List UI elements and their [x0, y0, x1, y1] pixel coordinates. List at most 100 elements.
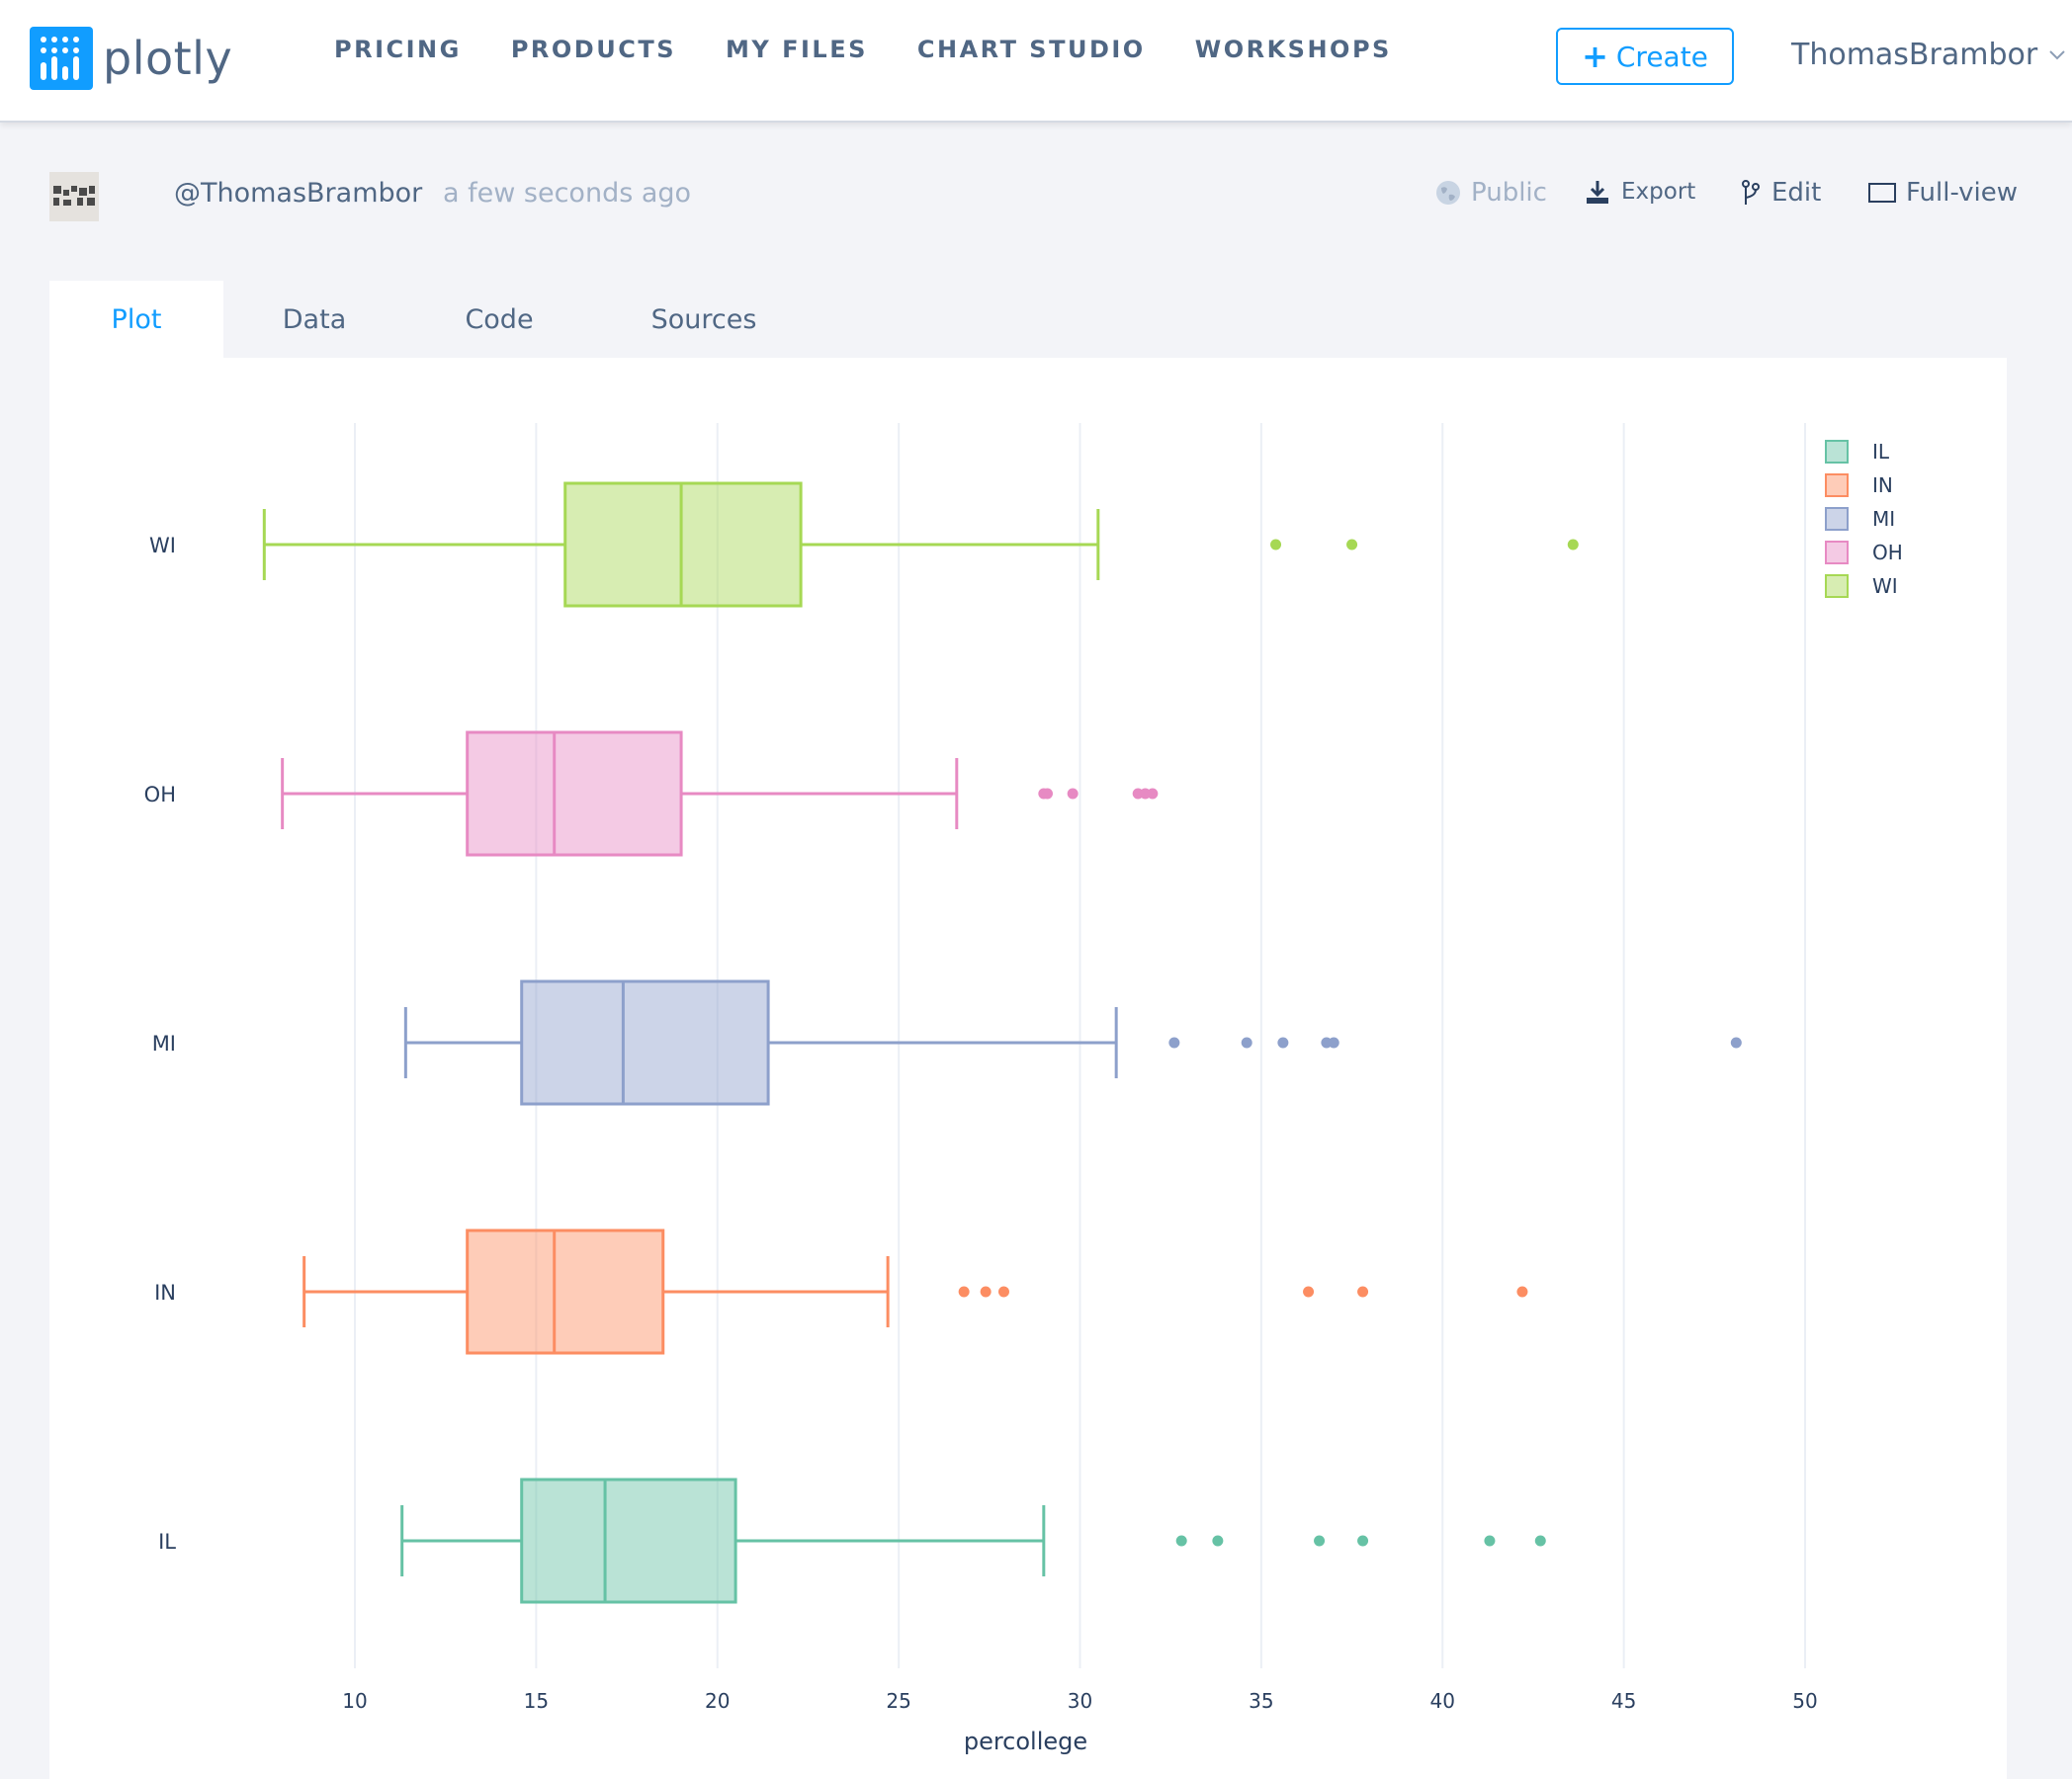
tab-sources[interactable]: Sources — [593, 281, 815, 358]
iqr-box — [520, 979, 770, 1106]
fullview-button[interactable]: Full-view — [1868, 178, 2018, 208]
x-tick-label: 20 — [705, 1689, 730, 1713]
legend-label: WI — [1872, 574, 1898, 598]
download-icon — [1587, 181, 1608, 204]
box-wi[interactable] — [262, 481, 1579, 608]
outlier-point — [1168, 1037, 1180, 1049]
chart-legend: IL IN MI OH WI — [1825, 435, 1903, 603]
iqr-box — [520, 1478, 737, 1604]
y-tick-label: OH — [144, 783, 176, 806]
view-tabs: Plot Data Code Sources — [49, 281, 815, 358]
legend-item-in[interactable]: IN — [1825, 468, 1903, 502]
outlier-point — [1534, 1535, 1546, 1547]
nav-chart-studio[interactable]: CHART STUDIO — [917, 36, 1146, 63]
box-in[interactable] — [302, 1228, 1528, 1355]
user-menu[interactable]: ThomasBrambor — [1791, 38, 2065, 72]
legend-swatch — [1825, 541, 1849, 564]
box-oh[interactable] — [281, 730, 1159, 857]
avatar[interactable] — [49, 172, 99, 221]
public-status[interactable]: Public — [1435, 178, 1547, 208]
x-tick-label: 25 — [886, 1689, 910, 1713]
tab-plot[interactable]: Plot — [49, 281, 223, 358]
create-button[interactable]: + Create — [1556, 28, 1734, 85]
iqr-box — [466, 1228, 665, 1355]
box-il[interactable] — [400, 1478, 1546, 1604]
outlier-point — [1357, 1286, 1369, 1298]
y-tick-label: IN — [154, 1281, 176, 1305]
legend-swatch — [1825, 507, 1849, 531]
nav-pricing[interactable]: PRICING — [334, 36, 462, 63]
legend-item-il[interactable]: IL — [1825, 435, 1903, 468]
tab-code[interactable]: Code — [405, 281, 593, 358]
x-axis-title: percollege — [964, 1728, 1087, 1755]
nav-products[interactable]: PRODUCTS — [511, 36, 676, 63]
outlier-point — [997, 1286, 1009, 1298]
last-updated: a few seconds ago — [443, 178, 692, 209]
top-navbar: plotly PRICING PRODUCTS MY FILES CHART S… — [0, 0, 2072, 123]
fullview-label: Full-view — [1906, 178, 2019, 208]
plot-owner[interactable]: @ThomasBrambor — [174, 178, 422, 209]
x-tick-label: 50 — [1792, 1689, 1817, 1713]
legend-item-mi[interactable]: MI — [1825, 502, 1903, 536]
edit-label: Edit — [1771, 178, 1822, 208]
outlier-point — [1314, 1535, 1326, 1547]
x-tick-label: 30 — [1068, 1689, 1092, 1713]
box-mi[interactable] — [403, 979, 1742, 1106]
outlier-point — [1241, 1037, 1252, 1049]
legend-swatch — [1825, 574, 1849, 598]
brand-name: plotly — [103, 32, 233, 85]
plot-panel: 10 15 20 25 30 35 40 45 50 percollege IL IN MI OH WI — [49, 358, 2007, 1779]
x-tick-label: 15 — [524, 1689, 549, 1713]
outlier-point — [1147, 788, 1159, 800]
outlier-point — [1277, 1037, 1289, 1049]
outlier-point — [958, 1286, 970, 1298]
create-button-label: Create — [1615, 40, 1708, 73]
export-label: Export — [1621, 179, 1696, 205]
fork-icon — [1742, 180, 1760, 205]
legend-label: OH — [1872, 541, 1903, 564]
user-name: ThomasBrambor — [1791, 38, 2038, 72]
chevron-down-icon — [2049, 44, 2065, 65]
x-tick-label: 35 — [1249, 1689, 1273, 1713]
legend-label: IL — [1872, 440, 1890, 464]
iqr-box — [466, 730, 683, 857]
main-nav: PRICING PRODUCTS MY FILES CHART STUDIO W… — [334, 36, 1441, 63]
x-tick-label: 40 — [1430, 1689, 1455, 1713]
outlier-point — [1303, 1286, 1315, 1298]
y-tick-label: IL — [158, 1530, 176, 1554]
x-tick-label: 10 — [342, 1689, 367, 1713]
legend-label: IN — [1872, 473, 1893, 497]
plus-icon: + — [1582, 38, 1608, 75]
legend-swatch — [1825, 473, 1849, 497]
outlier-point — [1516, 1286, 1528, 1298]
iqr-box — [563, 481, 803, 608]
legend-item-wi[interactable]: WI — [1825, 569, 1903, 603]
outlier-point — [1484, 1535, 1496, 1547]
edit-button[interactable]: Edit — [1740, 178, 1821, 208]
nav-my-files[interactable]: MY FILES — [726, 36, 868, 63]
fullscreen-icon — [1868, 183, 1896, 203]
outlier-point — [980, 1286, 992, 1298]
outlier-point — [1067, 788, 1079, 800]
outlier-point — [1730, 1037, 1742, 1049]
outlier-point — [1175, 1535, 1187, 1547]
plotly-logo[interactable]: plotly — [30, 26, 232, 91]
outlier-point — [1357, 1535, 1369, 1547]
y-tick-label: MI — [152, 1032, 176, 1056]
outlier-point — [1270, 539, 1282, 551]
outlier-point — [1346, 539, 1358, 551]
box-plot[interactable]: 10 15 20 25 30 35 40 45 50 percollege IL IN MI OH WI — [49, 358, 2007, 1779]
plotly-logo-icon — [30, 27, 93, 90]
x-tick-label: 45 — [1611, 1689, 1636, 1713]
tab-data[interactable]: Data — [223, 281, 405, 358]
globe-icon — [1436, 181, 1460, 205]
outlier-point — [1328, 1037, 1339, 1049]
legend-item-oh[interactable]: OH — [1825, 536, 1903, 569]
outlier-point — [1212, 1535, 1224, 1547]
y-tick-label: WI — [149, 534, 176, 557]
nav-workshops[interactable]: WORKSHOPS — [1195, 36, 1392, 63]
outlier-point — [1567, 539, 1579, 551]
outlier-point — [1041, 788, 1053, 800]
legend-swatch — [1825, 440, 1849, 464]
export-button[interactable]: Export — [1584, 178, 1695, 206]
